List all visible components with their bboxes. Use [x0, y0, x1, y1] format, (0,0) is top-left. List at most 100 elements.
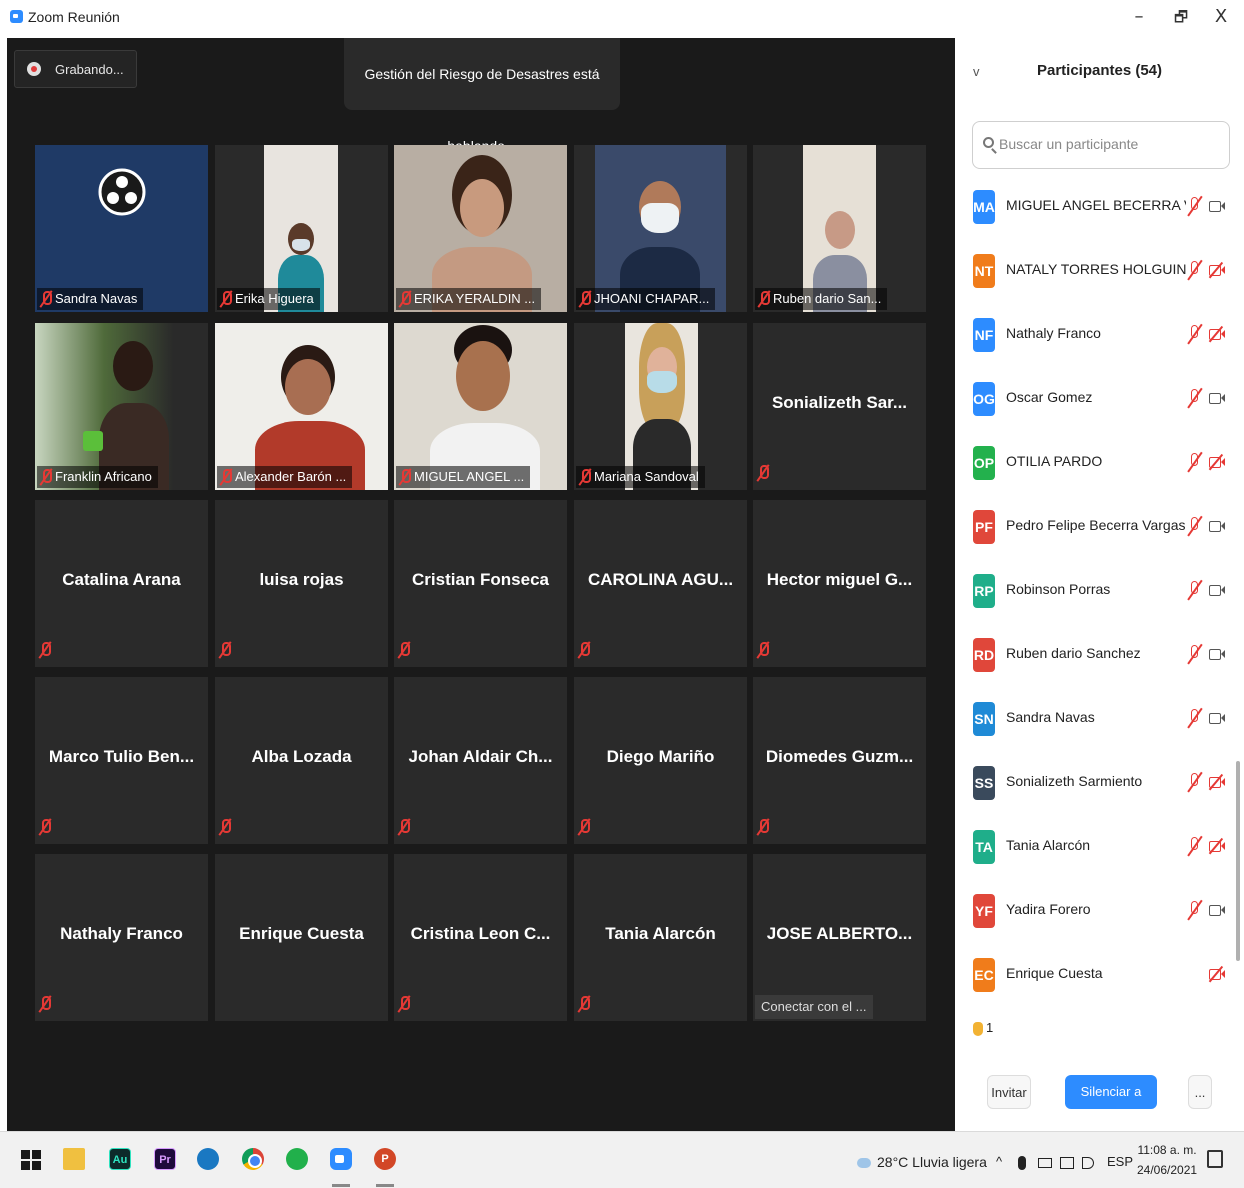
name-tile[interactable]: Alba Lozada [215, 677, 388, 844]
video-tile[interactable]: MIGUEL ANGEL ... [394, 323, 567, 490]
audition-icon[interactable]: Au [109, 1148, 131, 1170]
video-feed [394, 323, 567, 490]
name-tile[interactable]: Tania Alarcón [574, 854, 747, 1021]
name-tile[interactable]: luisa rojas [215, 500, 388, 667]
camera-icon[interactable] [1209, 903, 1225, 917]
muted-mic-icon[interactable] [1188, 643, 1202, 665]
camera-icon[interactable] [1209, 199, 1225, 213]
participant-row[interactable]: PF Pedro Felipe Becerra Vargas [955, 499, 1235, 563]
restore-button[interactable]: 🗗 [1166, 4, 1196, 30]
camera-off-icon[interactable] [1208, 261, 1225, 279]
camera-icon[interactable] [1209, 583, 1225, 597]
name-tile[interactable]: Nathaly Franco [35, 854, 208, 1021]
participant-row[interactable]: SN Sandra Navas [955, 691, 1235, 755]
video-tile[interactable]: Alexander Barón ... [215, 323, 388, 490]
avatar: YF [973, 894, 995, 928]
muted-mic-icon[interactable] [1188, 899, 1202, 921]
participant-row-name: Robinson Porras [1006, 581, 1111, 597]
video-tile[interactable]: ERIKA YERALDIN ... [394, 145, 567, 312]
close-button[interactable]: X [1206, 4, 1236, 30]
green-app-icon[interactable] [286, 1148, 308, 1170]
muted-mic-icon[interactable] [1188, 707, 1202, 729]
network-icon[interactable] [1060, 1157, 1074, 1169]
muted-mic-icon[interactable] [1188, 195, 1202, 217]
video-tile[interactable]: Erika Higuera [215, 145, 388, 312]
camera-icon[interactable] [1209, 711, 1225, 725]
participant-row[interactable]: NT NATALY TORRES HOLGUIN [955, 243, 1235, 307]
invite-button[interactable]: Invitar [987, 1075, 1031, 1109]
name-tile[interactable]: Marco Tulio Ben... [35, 677, 208, 844]
muted-mic-icon[interactable] [1188, 451, 1202, 473]
participant-row[interactable]: EC Enrique Cuesta [955, 947, 1235, 1011]
camera-off-icon[interactable] [1208, 773, 1225, 791]
chrome-icon[interactable] [242, 1148, 264, 1170]
participant-label: Franklin Africano [37, 466, 158, 488]
video-tile[interactable]: Ruben dario San... [753, 145, 926, 312]
participant-search-input[interactable]: Buscar un participante [972, 121, 1230, 169]
tray-expand-icon[interactable]: ^ [996, 1154, 1002, 1169]
participant-row[interactable]: MA MIGUEL ANGEL BECERRA VARG... [955, 179, 1235, 243]
volume-icon[interactable] [1082, 1157, 1094, 1169]
battery-icon[interactable] [1038, 1158, 1052, 1168]
participant-row-name: Pedro Felipe Becerra Vargas [1006, 517, 1186, 533]
camera-off-icon[interactable] [1208, 453, 1225, 471]
muted-mic-icon[interactable] [1188, 515, 1202, 537]
name-tile[interactable]: JOSE ALBERTO... Conectar con el ... [753, 854, 926, 1021]
language-indicator[interactable]: ESP [1107, 1154, 1133, 1169]
record-dot-icon [27, 62, 41, 76]
mute-all-button[interactable]: Silenciar a todos [1065, 1075, 1157, 1133]
powerpoint-icon[interactable]: P [374, 1148, 396, 1170]
microphone-icon[interactable] [1018, 1156, 1026, 1170]
minimize-button[interactable]: – [1124, 4, 1154, 30]
name-tile[interactable]: Cristian Fonseca [394, 500, 567, 667]
participant-row[interactable]: TA Tania Alarcón [955, 819, 1235, 883]
name-tile[interactable]: Johan Aldair Ch... [394, 677, 567, 844]
premiere-icon[interactable]: Pr [154, 1148, 176, 1170]
more-options-button[interactable]: ... [1188, 1075, 1212, 1109]
participant-row[interactable]: OG Oscar Gomez [955, 371, 1235, 435]
name-tile[interactable]: CAROLINA AGU... [574, 500, 747, 667]
name-tile[interactable]: Enrique Cuesta [215, 854, 388, 1021]
name-tile[interactable]: Catalina Arana [35, 500, 208, 667]
notification-icon[interactable] [1207, 1150, 1223, 1168]
participant-scrollbar[interactable] [1235, 171, 1241, 971]
system-clock[interactable]: 11:08 a. m. 24/06/2021 [1137, 1140, 1197, 1180]
participant-row[interactable]: SS Sonializeth Sarmiento [955, 755, 1235, 819]
zoom-logo-icon [10, 10, 23, 23]
participant-row[interactable]: YF Yadira Forero [955, 883, 1235, 947]
video-tile[interactable]: Franklin Africano [35, 323, 208, 490]
participant-row[interactable]: RP Robinson Porras [955, 563, 1235, 627]
muted-mic-icon[interactable] [1188, 771, 1202, 793]
name-tile[interactable]: Diomedes Guzm... [753, 677, 926, 844]
weather-widget[interactable]: 28°C Lluvia ligera [857, 1154, 987, 1170]
muted-mic-icon[interactable] [1188, 259, 1202, 281]
participant-label: Mariana Sandoval [576, 466, 705, 488]
zoom-icon[interactable] [330, 1148, 352, 1170]
windows-start-icon[interactable] [20, 1148, 42, 1170]
name-tile[interactable]: Hector miguel G... [753, 500, 926, 667]
muted-mic-icon [578, 641, 590, 659]
muted-mic-icon[interactable] [1188, 835, 1202, 857]
video-tile[interactable]: Sandra Navas [35, 145, 208, 312]
name-tile[interactable]: Cristina Leon C... [394, 854, 567, 1021]
participant-row[interactable]: NF Nathaly Franco [955, 307, 1235, 371]
name-tile[interactable]: Diego Mariño [574, 677, 747, 844]
participant-row[interactable]: OP OTILIA PARDO [955, 435, 1235, 499]
video-tile[interactable]: Mariana Sandoval [574, 323, 747, 490]
muted-mic-icon[interactable] [1188, 579, 1202, 601]
camera-icon[interactable] [1209, 519, 1225, 533]
camera-icon[interactable] [1209, 647, 1225, 661]
video-tile[interactable]: JHOANI CHAPAR... [574, 145, 747, 312]
camera-off-icon[interactable] [1208, 965, 1225, 983]
camera-off-icon[interactable] [1208, 325, 1225, 343]
participant-row[interactable]: RD Ruben dario Sanchez [955, 627, 1235, 691]
edge-icon[interactable] [197, 1148, 219, 1170]
camera-icon[interactable] [1209, 391, 1225, 405]
muted-mic-icon[interactable] [1188, 387, 1202, 409]
file-explorer-icon[interactable] [63, 1148, 85, 1170]
recording-indicator[interactable]: Grabando... [14, 50, 137, 88]
muted-mic-icon[interactable] [1188, 323, 1202, 345]
name-tile[interactable]: Sonializeth Sar... [753, 323, 926, 490]
clock-date: 24/06/2021 [1137, 1163, 1198, 1177]
camera-off-icon[interactable] [1208, 837, 1225, 855]
